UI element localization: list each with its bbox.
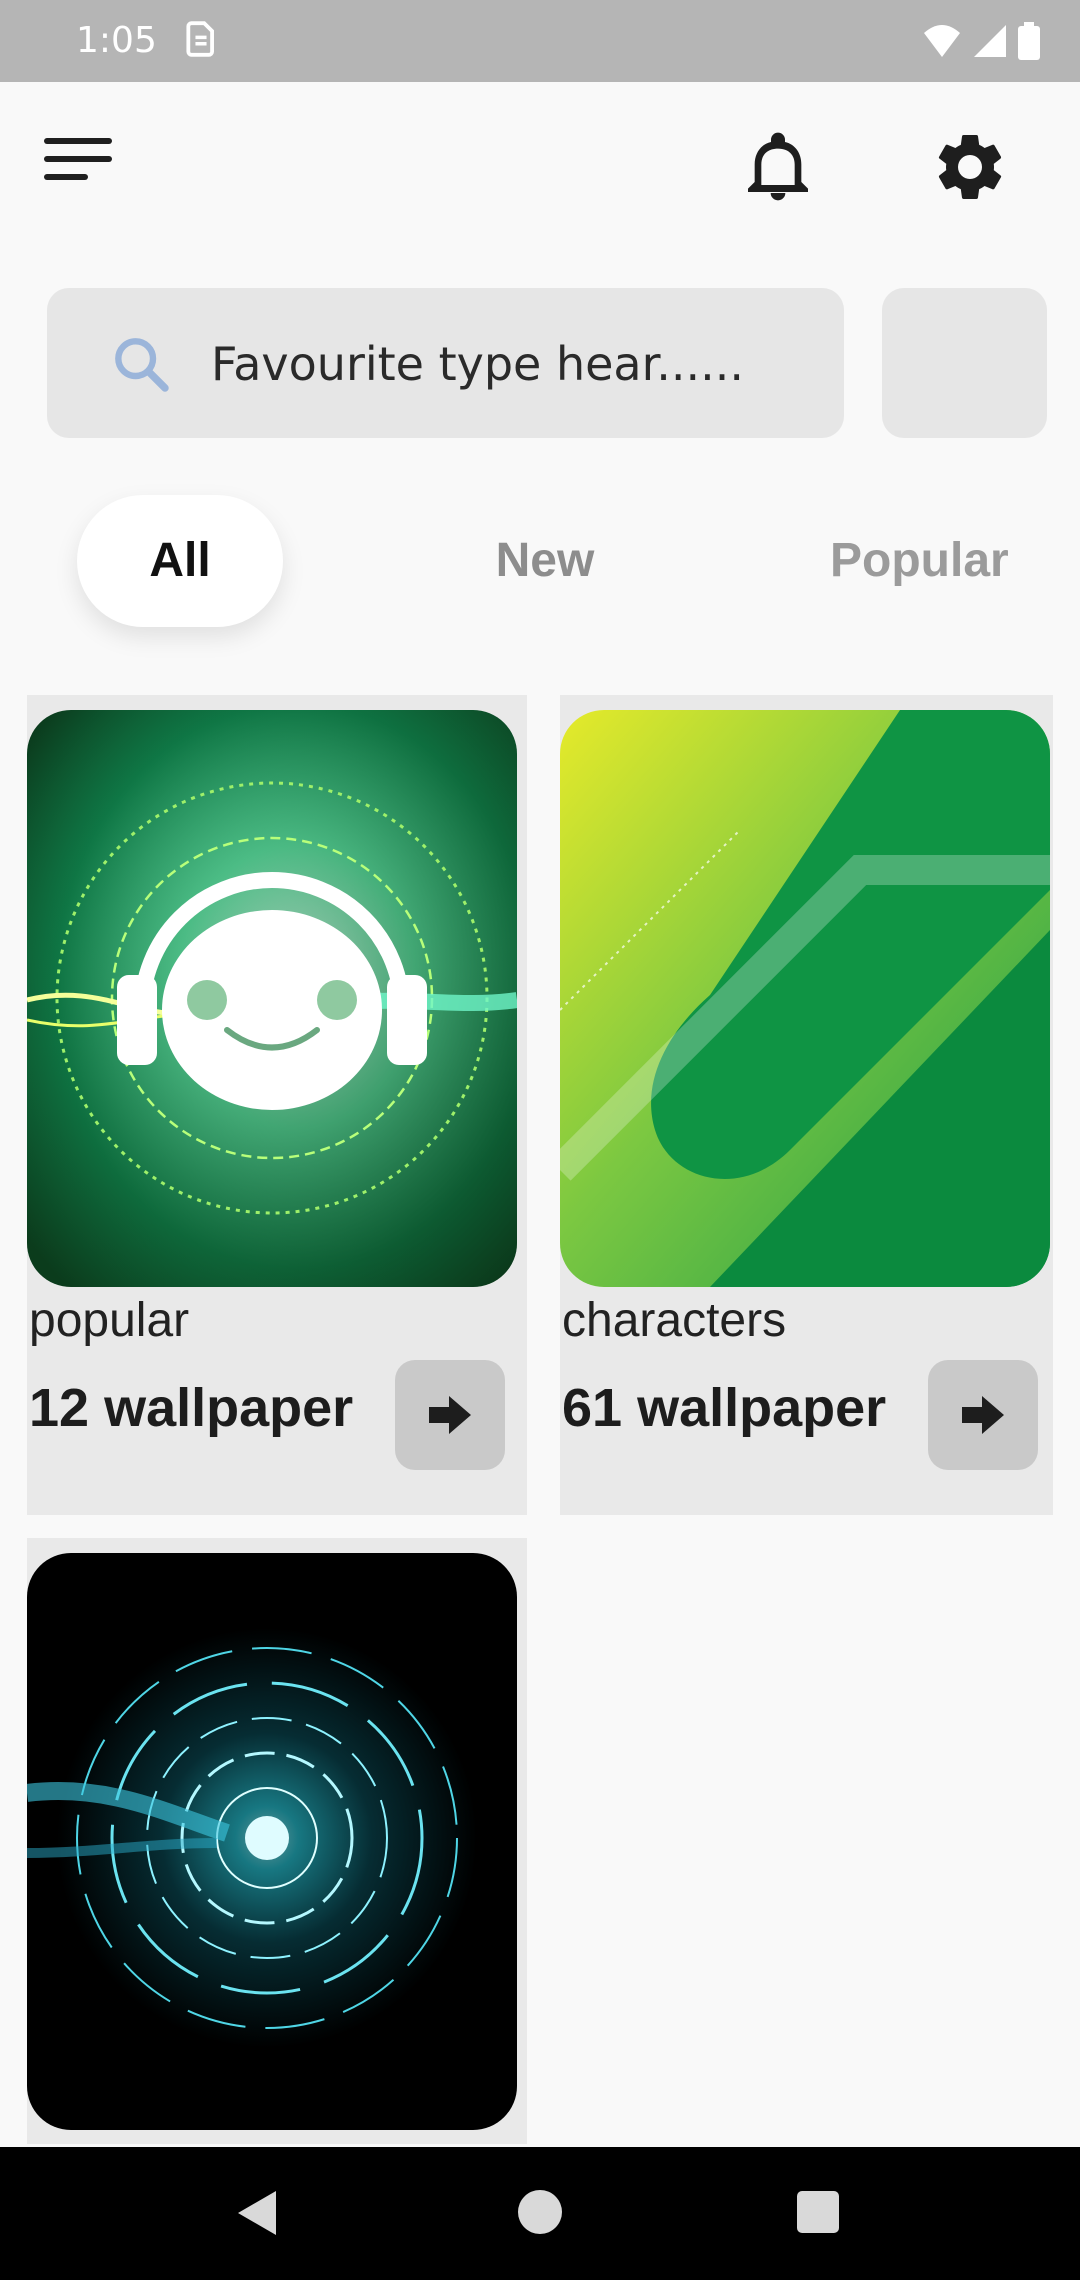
- arrow-right-icon: [429, 1396, 471, 1434]
- status-icons: [922, 22, 1040, 60]
- app-bar: [0, 82, 1080, 252]
- open-category-button[interactable]: [395, 1360, 505, 1470]
- tab-popular[interactable]: Popular: [830, 495, 1060, 627]
- search-input[interactable]: [211, 332, 811, 396]
- search-icon: [115, 338, 169, 392]
- category-card[interactable]: characters 61 wallpaper: [560, 695, 1053, 1515]
- arrow-right-icon: [962, 1396, 1004, 1434]
- filter-button[interactable]: [882, 288, 1047, 438]
- tab-all[interactable]: All: [77, 495, 283, 627]
- status-time: 1:05: [76, 20, 157, 61]
- system-nav-bar: [0, 2147, 1080, 2280]
- wallpaper-count: 12 wallpaper: [29, 1378, 354, 1438]
- cyan-circuit-rings-wallpaper[interactable]: [27, 1553, 517, 2130]
- category-label: characters: [562, 1294, 787, 1347]
- category-card[interactable]: [27, 1538, 527, 2144]
- search-bar[interactable]: [47, 288, 844, 438]
- battery-icon: [1018, 22, 1040, 60]
- open-category-button[interactable]: [928, 1360, 1038, 1470]
- green-abstract-wallpaper[interactable]: [560, 710, 1050, 1287]
- bell-icon[interactable]: [738, 127, 818, 207]
- tab-new[interactable]: New: [440, 495, 650, 627]
- recents-icon[interactable]: [797, 2191, 839, 2233]
- status-bar: 1:05: [0, 0, 1080, 82]
- category-card[interactable]: popular 12 wallpaper: [27, 695, 527, 1515]
- back-icon[interactable]: [236, 2189, 280, 2237]
- wallpaper-grid: popular 12 wallpaper characters 61 wallp…: [27, 695, 1053, 2144]
- sim-icon: [186, 21, 214, 57]
- cellular-signal-icon: [974, 25, 1006, 57]
- category-label: popular: [29, 1294, 190, 1347]
- wallpaper-count: 61 wallpaper: [562, 1378, 887, 1438]
- robot-headphones-wallpaper[interactable]: [27, 710, 517, 1287]
- category-tabs: All New Popular: [0, 495, 1080, 627]
- wifi-icon: [924, 25, 960, 57]
- gear-icon[interactable]: [930, 127, 1010, 207]
- home-icon[interactable]: [518, 2190, 562, 2234]
- menu-icon[interactable]: [44, 138, 116, 198]
